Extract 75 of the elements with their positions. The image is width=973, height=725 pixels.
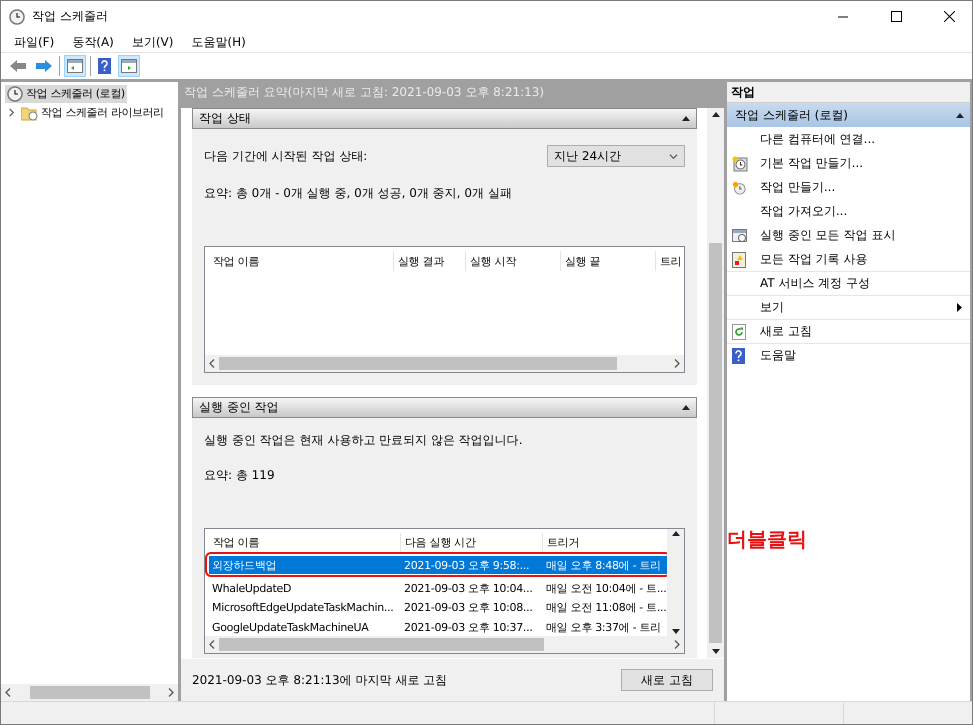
column-header[interactable]: 작업 이름 (209, 533, 401, 552)
column-header[interactable]: 다음 실행 시간 (401, 533, 543, 552)
table-row[interactable]: GoogleUpdateTaskMachineUA 2021-09-03 오후 10:37... 매일 오후 3:37에 - 트리 (209, 618, 667, 636)
collapse-icon (956, 112, 964, 118)
menu-item[interactable]: 도움말(H) (184, 32, 253, 52)
column-header[interactable]: 실행 끝 (561, 251, 656, 271)
last-refresh-text: 2021-09-03 오후 8:21:13에 마지막 새로 고침 (192, 672, 448, 688)
period-dropdown[interactable]: 지난 24시간 (547, 145, 685, 167)
scroll-right-icon[interactable] (674, 359, 680, 368)
show-console-tree-button[interactable] (64, 55, 86, 77)
summary-text: 요약: 총 119 (204, 467, 276, 484)
clock-icon (7, 86, 23, 102)
vertical-scrollbar[interactable] (707, 108, 724, 658)
action-item[interactable]: 실행 중인 모든 작업 표시 (732, 224, 970, 246)
collapse-icon (682, 405, 690, 410)
help-icon (732, 348, 745, 364)
show-action-pane-button[interactable] (118, 55, 140, 77)
menu-item[interactable]: 파일(F) (7, 32, 62, 52)
horizontal-scrollbar[interactable] (205, 355, 684, 372)
tree-item[interactable]: 작업 스케줄러 라이브러리 (19, 104, 166, 122)
refresh-icon (732, 324, 746, 340)
action-item[interactable]: 모든 작업 기록 사용 (732, 248, 970, 270)
tree-item[interactable]: 작업 스케줄러 (로컬) (5, 84, 127, 102)
column-header[interactable]: 트리 (656, 251, 684, 271)
refresh-button[interactable]: 새로 고침 (621, 669, 713, 691)
action-item[interactable]: 보기 (732, 296, 970, 318)
section-header[interactable]: 작업 상태 (192, 108, 697, 129)
scroll-left-icon[interactable] (5, 688, 11, 697)
annotation-text: 더블클릭 (727, 526, 807, 553)
menu-item[interactable]: 보기(V) (124, 32, 180, 52)
table-row[interactable]: WhaleUpdateD 2021-09-03 오후 10:04... 매일 오전 10:04에 - 트... (209, 579, 667, 597)
scroll-left-icon[interactable] (209, 359, 215, 368)
window-title: 작업 스케줄러 (32, 8, 109, 25)
summary-text: 요약: 총 0개 - 0개 실행 중, 0개 성공, 0개 중지, 0개 실패 (204, 185, 513, 202)
action-item[interactable]: 작업 만들기... (732, 176, 970, 198)
action-item[interactable]: 도움말 (732, 344, 970, 366)
scroll-right-icon[interactable] (674, 640, 680, 649)
table-row[interactable]: MicrosoftEdgeUpdateTaskMachin... 2021-09-03 오후 10:08... 매일 오전 11:08에 - 트... (209, 598, 667, 616)
section-header[interactable]: 실행 중인 작업 (192, 397, 697, 418)
table-row[interactable]: 외장하드백업 2021-09-03 오후 9:58:... 매일 오후 8:48에 - 트리 (209, 556, 667, 574)
chevron-down-icon[interactable] (669, 152, 678, 160)
action-item[interactable]: 기본 작업 만들기... (732, 152, 970, 174)
help-button[interactable] (95, 55, 114, 77)
column-header[interactable]: 실행 시작 (466, 251, 561, 271)
scroll-up-icon (672, 531, 680, 536)
vertical-scrollbar[interactable] (667, 529, 684, 636)
scroll-down-icon (712, 649, 720, 654)
action-item[interactable]: AT 서비스 계정 구성 (732, 272, 970, 294)
scroll-right-icon[interactable] (168, 688, 174, 697)
horizontal-scrollbar[interactable] (1, 684, 178, 701)
actions-header: 작업 (727, 82, 970, 103)
window-clock-icon (732, 228, 748, 242)
menu-item[interactable]: 동작(A) (65, 32, 121, 52)
collapse-icon (682, 116, 690, 121)
folder-clock-icon (21, 104, 38, 120)
scroll-down-icon (672, 629, 680, 634)
action-item[interactable]: 다른 컴퓨터에 연결... (732, 128, 970, 150)
summary-header: 작업 스케줄러 요약(마지막 새로 고침: 2021-09-03 오후 8:21:13) (181, 82, 724, 108)
actions-group-header[interactable]: 작업 스케줄러 (로컬) (727, 103, 970, 127)
action-item[interactable]: 새로 고침 (732, 320, 970, 342)
period-label: 다음 기간에 시작된 작업 상태: (204, 148, 368, 164)
column-header[interactable]: 작업 이름 (209, 251, 394, 271)
maximize-icon (890, 11, 902, 22)
description-text: 실행 중인 작업은 현재 사용하고 만료되지 않은 작업입니다. (204, 432, 524, 449)
action-item[interactable]: 작업 가져오기... (732, 200, 970, 222)
column-header[interactable]: 실행 결과 (394, 251, 466, 271)
submenu-arrow-icon (957, 303, 962, 312)
scroll-left-icon[interactable] (209, 640, 215, 649)
document-icon (732, 252, 746, 268)
close-icon (944, 11, 954, 22)
horizontal-scrollbar[interactable] (205, 636, 684, 653)
clock-icon (9, 8, 25, 24)
clock-wizard-icon (732, 156, 748, 172)
chevron-right-icon[interactable] (7, 108, 16, 116)
scroll-up-icon (712, 112, 720, 117)
